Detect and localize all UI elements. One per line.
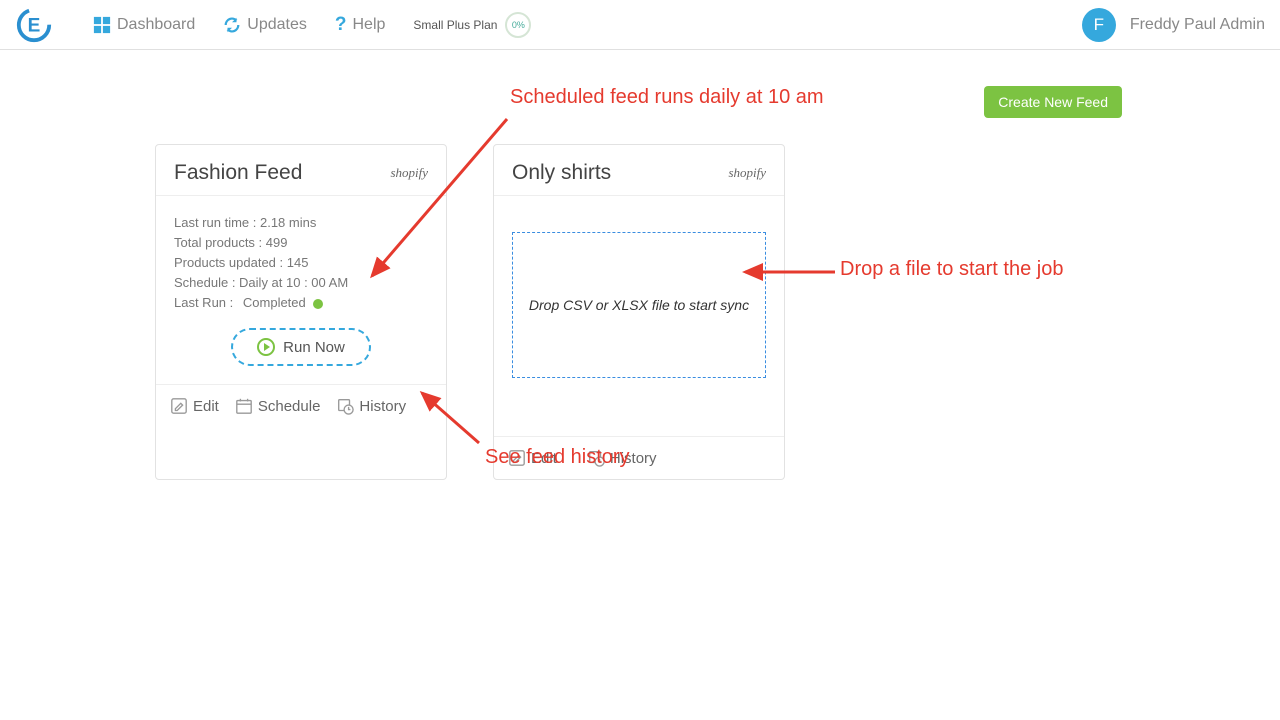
- edit-icon: [170, 397, 188, 415]
- status-dot-icon: [313, 299, 323, 309]
- nav-updates-label: Updates: [247, 16, 307, 34]
- nav-help[interactable]: ? Help: [335, 14, 386, 36]
- app-logo: E: [15, 6, 53, 44]
- file-dropzone[interactable]: Drop CSV or XLSX file to start sync: [512, 232, 766, 378]
- annotation-history: See feed history: [485, 446, 630, 469]
- grid-icon: [93, 16, 111, 34]
- refresh-icon: [223, 16, 241, 34]
- play-icon: [257, 338, 275, 356]
- nav-dashboard-label: Dashboard: [117, 16, 195, 34]
- annotation-schedule: Scheduled feed runs daily at 10 am: [510, 86, 824, 109]
- edit-button[interactable]: Edit: [170, 397, 219, 415]
- arrow-icon: [740, 262, 840, 282]
- arrow-icon: [362, 114, 512, 284]
- platform-badge: shopify: [728, 165, 766, 181]
- feed-card-shirts: Only shirts shopify Drop CSV or XLSX fil…: [493, 144, 785, 480]
- nav-help-label: Help: [352, 16, 385, 34]
- nav-updates[interactable]: Updates: [223, 16, 307, 34]
- arrow-icon: [414, 388, 484, 448]
- stat-last-run: Last Run : Completed: [174, 295, 428, 310]
- annotation-drop: Drop a file to start the job: [840, 258, 1063, 281]
- user-name[interactable]: Freddy Paul Admin: [1130, 16, 1265, 34]
- calendar-icon: [235, 397, 253, 415]
- feed-title: Fashion Feed: [174, 161, 302, 185]
- avatar[interactable]: F: [1082, 8, 1116, 42]
- nav-dashboard[interactable]: Dashboard: [93, 16, 195, 34]
- create-feed-button[interactable]: Create New Feed: [984, 86, 1122, 118]
- question-icon: ?: [335, 14, 347, 36]
- history-icon: [336, 397, 354, 415]
- feed-title: Only shirts: [512, 161, 611, 185]
- schedule-button[interactable]: Schedule: [235, 397, 321, 415]
- usage-ring: 0%: [505, 12, 531, 38]
- history-button[interactable]: History: [336, 397, 406, 415]
- svg-text:E: E: [28, 15, 41, 36]
- plan-label: Small Plus Plan: [413, 18, 497, 32]
- run-now-button[interactable]: Run Now: [231, 328, 371, 366]
